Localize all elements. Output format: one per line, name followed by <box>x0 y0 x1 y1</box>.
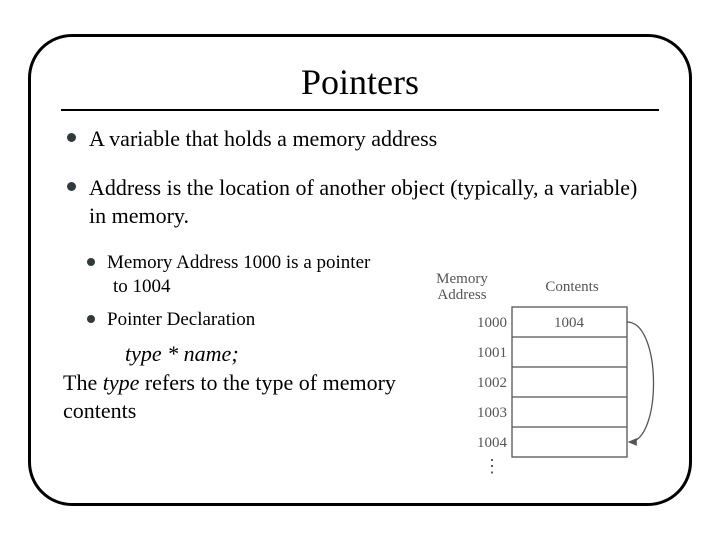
diagram-dots: ⋮ <box>483 456 501 476</box>
diagram-header-address: Address <box>437 287 486 303</box>
sub-bullet-item: Memory Address 1000 is a pointer to 1004 <box>83 251 437 300</box>
sub-bullet-item: Pointer Declaration <box>83 308 437 333</box>
diagram-svg: Memory Address Contents 1000 1001 1002 1… <box>422 267 667 492</box>
syntax-star: * <box>167 341 178 366</box>
slide-title: Pointers <box>61 61 659 103</box>
syntax-type: type <box>125 341 162 366</box>
title-rule <box>61 109 659 111</box>
bullet-item: Address is the location of another objec… <box>61 174 659 231</box>
diagram-row-label: 1003 <box>477 405 507 421</box>
explain-text: The type refers to the type of memory co… <box>63 369 403 426</box>
bullet-item: A variable that holds a memory address <box>61 125 659 154</box>
sub-bullet-text: Pointer Declaration <box>107 309 255 330</box>
sub-bullet-text: Memory Address 1000 is a pointer <box>107 252 370 273</box>
slide-frame: Pointers A variable that holds a memory … <box>28 34 692 506</box>
diagram-row-label: 1001 <box>477 345 507 361</box>
bullet-text: A variable that holds a memory address <box>89 126 437 151</box>
sub-bullet-text-line2: to 1004 <box>107 276 171 297</box>
memory-diagram: Memory Address Contents 1000 1001 1002 1… <box>422 267 667 492</box>
diagram-row-label: 1004 <box>477 435 508 451</box>
diagram-cell-value: 1004 <box>554 315 585 331</box>
syntax-semi: ; <box>231 341 238 366</box>
diagram-header-contents: Contents <box>545 279 598 295</box>
bullet-text: Address is the location of another objec… <box>89 175 637 229</box>
explain-em: type <box>103 370 140 395</box>
diagram-row-label: 1000 <box>477 315 507 331</box>
explain-prefix: The <box>63 370 103 395</box>
slide: Pointers A variable that holds a memory … <box>0 0 720 540</box>
diagram-header-memory: Memory <box>436 271 488 287</box>
pointer-arrow <box>627 322 654 442</box>
diagram-row-label: 1002 <box>477 375 507 391</box>
bullet-list: A variable that holds a memory address A… <box>61 125 659 231</box>
syntax-name: name <box>184 341 232 366</box>
